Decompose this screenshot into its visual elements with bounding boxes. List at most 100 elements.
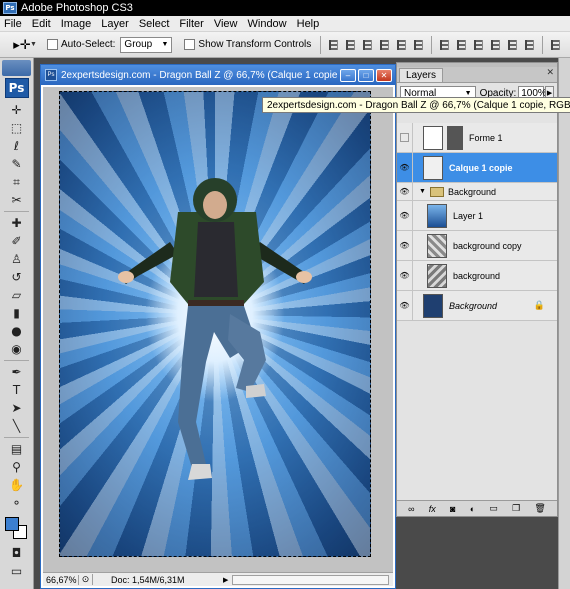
distribute-right-icon[interactable] bbox=[524, 38, 535, 52]
color-swatches[interactable] bbox=[3, 517, 31, 541]
hand-tool-icon[interactable]: ✋ bbox=[6, 477, 28, 493]
document-window[interactable]: Ps 2expertsdesign.com - Dragon Ball Z @ … bbox=[40, 64, 396, 589]
pen-tool-icon[interactable]: ✒ bbox=[6, 364, 28, 380]
layer-row[interactable]: 👁 Layer 1 bbox=[397, 201, 557, 231]
adjustment-layer-icon[interactable]: ◐ bbox=[470, 504, 475, 514]
menu-bar: File Edit Image Layer Select Filter View… bbox=[0, 16, 570, 32]
distribute-bottom-icon[interactable] bbox=[473, 38, 484, 52]
screen-mode-icon[interactable]: ▭ bbox=[6, 563, 28, 579]
layer-name: background bbox=[453, 270, 501, 281]
eye-icon[interactable]: 👁 bbox=[397, 153, 413, 182]
show-transform-checkbox[interactable] bbox=[184, 39, 196, 50]
layer-row[interactable]: Forme 1 bbox=[397, 123, 557, 153]
canvas-area[interactable] bbox=[43, 87, 393, 572]
clone-stamp-icon[interactable]: ♙ bbox=[6, 251, 28, 267]
auto-align-icon[interactable] bbox=[550, 38, 561, 52]
menu-view[interactable]: View bbox=[214, 18, 238, 30]
eye-icon[interactable]: 👁 bbox=[397, 261, 413, 290]
crop-tool-icon[interactable]: ⌗ bbox=[6, 174, 28, 190]
menu-help[interactable]: Help bbox=[297, 18, 320, 30]
quick-selection-tool-icon[interactable]: ✎ bbox=[6, 156, 28, 172]
gradient-tool-icon[interactable]: ▮ bbox=[6, 305, 28, 321]
vector-mask-thumbnail bbox=[447, 125, 463, 150]
align-left-icon[interactable] bbox=[379, 38, 390, 52]
jumping-man-figure bbox=[118, 178, 312, 480]
menu-window[interactable]: Window bbox=[248, 18, 287, 30]
close-button[interactable]: ✕ bbox=[376, 68, 392, 82]
line-tool-icon[interactable]: ╲ bbox=[6, 418, 28, 434]
layers-panel: Layers ✕ Normal ▼ Opacity: 100% ▶ Forme … bbox=[396, 62, 558, 517]
maximize-button[interactable]: □ bbox=[358, 68, 374, 82]
layer-group-row[interactable]: 👁 ▼ Background bbox=[397, 183, 557, 201]
layer-row-selected[interactable]: 👁 Calque 1 copie bbox=[397, 153, 557, 183]
eye-icon[interactable]: 👁 bbox=[397, 291, 413, 320]
history-brush-icon[interactable]: ↺ bbox=[6, 269, 28, 285]
menu-filter[interactable]: Filter bbox=[179, 18, 203, 30]
tool-preset-arrow-icon[interactable]: ▼ bbox=[30, 41, 37, 48]
quick-mask-icon[interactable]: ◘ bbox=[6, 545, 28, 561]
photoshop-doc-icon: Ps bbox=[45, 69, 57, 81]
distribute-hcenter-icon[interactable] bbox=[507, 38, 518, 52]
status-info-icon[interactable]: ⊙ bbox=[79, 574, 93, 585]
add-mask-icon[interactable]: ◙ bbox=[450, 504, 455, 514]
eye-icon[interactable]: 👁 bbox=[397, 231, 413, 260]
menu-layer[interactable]: Layer bbox=[101, 18, 129, 30]
brush-tool-icon[interactable]: ✐ bbox=[6, 233, 28, 249]
app-title: Adobe Photoshop CS3 bbox=[21, 2, 133, 14]
eyedropper-tool-icon[interactable]: ⚲ bbox=[6, 459, 28, 475]
photoshop-logo[interactable]: Ps bbox=[4, 78, 29, 98]
eraser-tool-icon[interactable]: ▱ bbox=[6, 287, 28, 303]
trash-icon[interactable]: 🗑 bbox=[534, 503, 545, 514]
distribute-top-icon[interactable] bbox=[439, 38, 450, 52]
visibility-toggle[interactable] bbox=[397, 123, 413, 152]
layer-row[interactable]: 👁 background bbox=[397, 261, 557, 291]
minimize-button[interactable]: ‒ bbox=[340, 68, 356, 82]
document-title-bar[interactable]: Ps 2expertsdesign.com - Dragon Ball Z @ … bbox=[41, 65, 395, 85]
healing-brush-icon[interactable]: ✚ bbox=[6, 215, 28, 231]
new-group-icon[interactable]: ▭ bbox=[489, 503, 498, 514]
path-selection-icon[interactable]: ➤ bbox=[6, 400, 28, 416]
layer-row[interactable]: 👁 background copy bbox=[397, 231, 557, 261]
divider bbox=[542, 35, 544, 54]
zoom-tool-icon[interactable]: ⚬ bbox=[6, 495, 28, 511]
align-bottom-icon[interactable] bbox=[362, 38, 373, 52]
lasso-tool-icon[interactable]: ℓ bbox=[6, 138, 28, 154]
type-tool-icon[interactable]: T bbox=[6, 382, 28, 398]
align-hcenter-icon[interactable] bbox=[396, 38, 407, 52]
blur-tool-icon[interactable]: ● bbox=[6, 323, 28, 339]
close-icon[interactable]: ✕ bbox=[546, 67, 554, 78]
eye-icon[interactable]: 👁 bbox=[397, 183, 413, 200]
status-menu-arrow-icon[interactable]: ▶ bbox=[223, 576, 228, 584]
menu-edit[interactable]: Edit bbox=[32, 18, 51, 30]
marquee-tool-icon[interactable]: ⬚ bbox=[6, 120, 28, 136]
document-tooltip: 2expertsdesign.com - Dragon Ball Z @ 66,… bbox=[262, 97, 570, 113]
align-vcenter-icon[interactable] bbox=[345, 38, 356, 52]
layers-footer: ∞ fx ◙ ◐ ▭ ❐ 🗑 bbox=[397, 500, 557, 516]
move-tool-icon[interactable]: ✛ bbox=[6, 102, 28, 118]
layer-row[interactable]: 👁 Background 🔒 bbox=[397, 291, 557, 321]
horizontal-scrollbar[interactable] bbox=[232, 574, 389, 585]
auto-select-dropdown[interactable]: Group ▼ bbox=[120, 36, 173, 53]
eye-icon[interactable]: 👁 bbox=[397, 201, 413, 230]
notes-tool-icon[interactable]: ▤ bbox=[6, 441, 28, 457]
menu-image[interactable]: Image bbox=[61, 18, 92, 30]
foreground-color-swatch[interactable] bbox=[4, 517, 19, 531]
distribute-vcenter-icon[interactable] bbox=[456, 38, 467, 52]
tab-layers[interactable]: Layers bbox=[399, 68, 444, 82]
menu-file[interactable]: File bbox=[4, 18, 22, 30]
dodge-tool-icon[interactable]: ◉ bbox=[6, 341, 28, 357]
expand-triangle-icon[interactable]: ▼ bbox=[419, 188, 426, 195]
slice-tool-icon[interactable]: ✂ bbox=[6, 192, 28, 208]
zoom-level[interactable]: 66,67% bbox=[43, 574, 79, 585]
auto-select-checkbox[interactable] bbox=[46, 39, 58, 50]
fx-icon[interactable]: fx bbox=[429, 504, 436, 514]
align-right-icon[interactable] bbox=[413, 38, 424, 52]
image-canvas[interactable] bbox=[59, 91, 371, 557]
align-top-icon[interactable] bbox=[328, 38, 339, 52]
link-layers-icon[interactable]: ∞ bbox=[408, 504, 414, 514]
new-layer-icon[interactable]: ❐ bbox=[512, 503, 520, 514]
toolbox-grip[interactable] bbox=[2, 60, 31, 76]
auto-select-value: Group bbox=[124, 39, 153, 50]
menu-select[interactable]: Select bbox=[139, 18, 170, 30]
distribute-left-icon[interactable] bbox=[490, 38, 501, 52]
